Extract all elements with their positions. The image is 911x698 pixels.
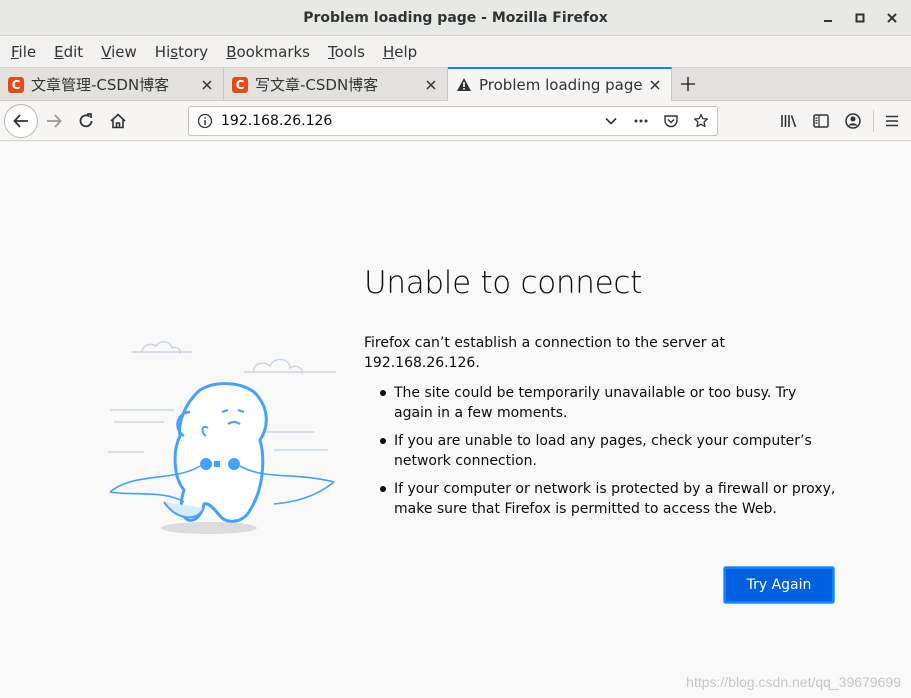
- url-bar[interactable]: 192.168.26.126: [188, 106, 718, 136]
- more-horizontal-icon: [634, 119, 648, 123]
- csdn-favicon-icon: C: [232, 76, 248, 93]
- tab-csdn-write[interactable]: C 写文章-CSDN博客: [224, 68, 448, 101]
- tab-close-button[interactable]: [199, 77, 215, 93]
- menu-bookmarks[interactable]: Bookmarks: [217, 43, 319, 61]
- connection-failure-illustration: [108, 341, 336, 534]
- list-item: The site could be temporarily unavailabl…: [376, 383, 838, 423]
- arrow-right-icon: [47, 114, 62, 128]
- home-icon: [110, 113, 126, 129]
- minimize-icon: [824, 20, 832, 22]
- close-window-button[interactable]: [881, 7, 903, 29]
- pocket-icon: [664, 115, 678, 128]
- reload-button[interactable]: [74, 109, 98, 133]
- error-page: Unable to connect Firefox can’t establis…: [0, 142, 911, 698]
- watermark: https://blog.csdn.net/qq_39679699: [686, 674, 901, 690]
- account-icon: [845, 113, 861, 129]
- bookmark-star-button[interactable]: [689, 109, 713, 133]
- plus-icon: [681, 77, 695, 91]
- toolbar-separator: [873, 110, 874, 132]
- home-button[interactable]: [106, 109, 130, 133]
- app-menu-button[interactable]: [880, 109, 904, 133]
- close-icon: [650, 80, 660, 90]
- url-dropdown-button[interactable]: [599, 109, 623, 133]
- new-tab-button[interactable]: [672, 68, 704, 100]
- tab-csdn-manage[interactable]: C 文章管理-CSDN博客: [0, 68, 224, 101]
- library-icon: [781, 115, 797, 128]
- info-icon: [197, 113, 213, 129]
- reload-icon: [79, 113, 93, 128]
- menubar: File Edit View History Bookmarks Tools Help: [0, 37, 911, 67]
- library-button[interactable]: [777, 109, 801, 133]
- csdn-favicon-icon: C: [8, 76, 24, 93]
- chevron-down-icon: [605, 117, 617, 125]
- error-title: Unable to connect: [364, 265, 643, 301]
- menu-file[interactable]: File: [2, 43, 45, 61]
- sidebars-button[interactable]: [809, 109, 833, 133]
- menu-view[interactable]: View: [92, 43, 146, 61]
- minimize-button[interactable]: [817, 7, 839, 29]
- tab-label: Problem loading page: [479, 76, 643, 94]
- error-suggestions-list: The site could be temporarily unavailabl…: [376, 383, 838, 527]
- back-button[interactable]: [4, 104, 38, 138]
- menu-history[interactable]: History: [146, 43, 217, 61]
- menu-edit[interactable]: Edit: [45, 43, 92, 61]
- window-title: Problem loading page - Mozilla Firefox: [303, 9, 608, 26]
- tab-close-button[interactable]: [647, 77, 663, 93]
- site-info-button[interactable]: [189, 113, 221, 129]
- window-titlebar[interactable]: Problem loading page - Mozilla Firefox: [0, 0, 911, 36]
- maximize-icon: [855, 13, 865, 23]
- arrow-left-icon: [13, 114, 28, 128]
- url-text[interactable]: 192.168.26.126: [221, 113, 599, 129]
- close-icon: [426, 79, 436, 90]
- tab-label: 文章管理-CSDN博客: [31, 76, 170, 94]
- list-item: If you are unable to load any pages, che…: [376, 431, 838, 471]
- menu-tools[interactable]: Tools: [319, 43, 374, 61]
- close-icon: [202, 79, 212, 90]
- close-icon: [887, 13, 897, 23]
- sidebar-icon: [813, 114, 829, 128]
- nav-bar: 192.168.26.126: [0, 101, 911, 141]
- forward-button[interactable]: [42, 109, 66, 133]
- pocket-button[interactable]: [659, 109, 683, 133]
- tab-strip: C 文章管理-CSDN博客 C 写文章-CSDN博客 Problem loadi…: [0, 67, 911, 101]
- url-actions: [599, 109, 717, 133]
- tab-problem-loading[interactable]: Problem loading page: [448, 67, 672, 101]
- warning-icon: [457, 78, 471, 91]
- window-controls: [817, 0, 903, 36]
- list-item: If your computer or network is protected…: [376, 479, 838, 519]
- try-again-button[interactable]: Try Again: [724, 567, 834, 603]
- page-actions-button[interactable]: [629, 109, 653, 133]
- tab-close-button[interactable]: [423, 77, 439, 93]
- menu-help[interactable]: Help: [374, 43, 426, 61]
- maximize-button[interactable]: [849, 7, 871, 29]
- tab-label: 写文章-CSDN博客: [255, 76, 379, 94]
- error-description: Firefox can’t establish a connection to …: [364, 335, 725, 371]
- account-button[interactable]: [841, 109, 865, 133]
- star-icon: [693, 113, 709, 128]
- hamburger-menu-icon: [886, 115, 898, 127]
